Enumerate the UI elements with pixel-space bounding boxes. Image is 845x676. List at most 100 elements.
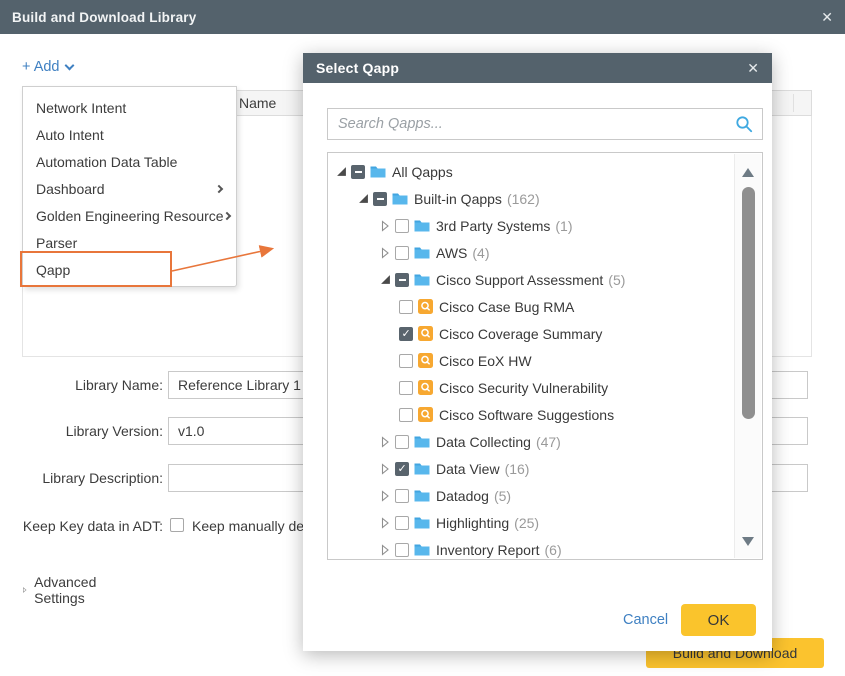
keep-key-label: Keep Key data in ADT: <box>0 518 163 534</box>
menu-item-label: Qapp <box>36 262 222 278</box>
tree-item-label: Cisco Software Suggestions <box>439 407 614 423</box>
tree-item-label: Cisco Security Vulnerability <box>439 380 608 396</box>
expander-collapsed-icon[interactable] <box>377 218 393 234</box>
advanced-settings-label: Advanced Settings <box>34 574 100 606</box>
tree-scrollbar[interactable] <box>734 154 761 558</box>
tree-checkbox-unchecked[interactable] <box>395 516 409 530</box>
tree-checkbox-indeterminate[interactable] <box>351 165 365 179</box>
qapp-tree: All QappsBuilt-in Qapps(162)3rd Party Sy… <box>327 152 763 560</box>
tree-item-cisco-security-vulnerability[interactable]: Cisco Security Vulnerability <box>328 374 762 401</box>
tree-item-inventory-report[interactable]: Inventory Report(6) <box>328 536 762 560</box>
expander-expanded-icon[interactable] <box>377 272 393 288</box>
qapp-icon <box>418 299 433 314</box>
expander-collapsed-icon[interactable] <box>377 515 393 531</box>
add-dropdown-trigger[interactable]: + Add <box>22 59 73 75</box>
menu-item-parser[interactable]: Parser <box>23 229 236 256</box>
tree-checkbox-indeterminate[interactable] <box>373 192 387 206</box>
tree-item-datadog[interactable]: Datadog (5) <box>328 482 762 509</box>
tree-checkbox-checked[interactable]: ✓ <box>399 327 413 341</box>
tree-item-count: (6) <box>545 542 562 558</box>
expander-collapsed-icon[interactable] <box>377 245 393 261</box>
menu-item-automation-data-table[interactable]: Automation Data Table <box>23 148 236 175</box>
menu-item-label: Auto Intent <box>36 127 222 143</box>
expander-collapsed-icon[interactable] <box>377 488 393 504</box>
menu-item-auto-intent[interactable]: Auto Intent <box>23 121 236 148</box>
tree-item-label: 3rd Party Systems <box>436 218 550 234</box>
scrollbar-thumb[interactable] <box>742 187 755 419</box>
tree-item-cisco-support-assessment[interactable]: Cisco Support Assessment(5) <box>328 266 762 293</box>
tree-item-label: AWS <box>436 245 467 261</box>
tree-item-count: (25) <box>514 515 539 531</box>
tree-item-aws[interactable]: AWS(4) <box>328 239 762 266</box>
scroll-down-icon[interactable] <box>742 537 754 546</box>
menu-item-label: Golden Engineering Resource <box>36 208 224 224</box>
tree-item-cisco-coverage-summary[interactable]: ✓Cisco Coverage Summary <box>328 320 762 347</box>
tree-item-cisco-software-suggestions[interactable]: Cisco Software Suggestions <box>328 401 762 428</box>
tree-checkbox-checked[interactable]: ✓ <box>395 462 409 476</box>
folder-icon <box>414 435 430 448</box>
expander-expanded-icon[interactable] <box>355 191 371 207</box>
menu-item-network-intent[interactable]: Network Intent <box>23 94 236 121</box>
search-icon[interactable] <box>735 115 754 137</box>
menu-item-dashboard[interactable]: Dashboard <box>23 175 236 202</box>
tree-item-label: Highlighting <box>436 515 509 531</box>
qapp-search-input[interactable] <box>328 109 762 139</box>
tree-item-cisco-eox-hw[interactable]: Cisco EoX HW <box>328 347 762 374</box>
qapp-icon <box>418 353 433 368</box>
menu-item-golden-engineering-resource[interactable]: Golden Engineering Resource <box>23 202 236 229</box>
tree-item-highlighting[interactable]: Highlighting (25) <box>328 509 762 536</box>
select-qapp-header: Select Qapp ✕ <box>303 53 772 83</box>
qapp-icon <box>418 407 433 422</box>
folder-icon <box>414 273 430 286</box>
menu-item-qapp[interactable]: Qapp <box>23 256 236 283</box>
tree-item-cisco-case-bug-rma[interactable]: Cisco Case Bug RMA <box>328 293 762 320</box>
select-qapp-close-icon[interactable]: ✕ <box>747 61 759 75</box>
select-qapp-title: Select Qapp <box>316 60 399 76</box>
select-qapp-dialog: Select Qapp ✕ All Qapps Built-in Qapps(16… <box>303 53 772 651</box>
folder-icon <box>414 246 430 259</box>
menu-item-label: Automation Data Table <box>36 154 222 170</box>
folder-icon <box>414 489 430 502</box>
folder-icon <box>392 192 408 205</box>
tree-item-data-collecting[interactable]: Data Collecting(47) <box>328 428 762 455</box>
tree-item-count: (5) <box>494 488 511 504</box>
scroll-up-icon[interactable] <box>742 168 754 177</box>
tree-checkbox-unchecked[interactable] <box>395 543 409 557</box>
tree-item-count: (16) <box>505 461 530 477</box>
cancel-button[interactable]: Cancel <box>623 612 668 628</box>
tree-item-label: Datadog <box>436 488 489 504</box>
tree-checkbox-unchecked[interactable] <box>395 435 409 449</box>
advanced-settings-toggle[interactable]: Advanced Settings <box>22 574 100 606</box>
tree-checkbox-unchecked[interactable] <box>399 300 413 314</box>
qapp-icon <box>418 380 433 395</box>
tree-checkbox-indeterminate[interactable] <box>395 273 409 287</box>
tree-checkbox-unchecked[interactable] <box>399 408 413 422</box>
tree-item-label: Data View <box>436 461 500 477</box>
main-close-icon[interactable]: ✕ <box>821 10 833 24</box>
tree-item-data-view[interactable]: ✓ Data View (16) <box>328 455 762 482</box>
ok-button[interactable]: OK <box>681 604 756 636</box>
tree-item-count: (47) <box>536 434 561 450</box>
expander-collapsed-icon[interactable] <box>377 461 393 477</box>
tree-item-label: All Qapps <box>392 164 453 180</box>
expander-collapsed-icon[interactable] <box>377 542 393 558</box>
folder-icon <box>414 543 430 556</box>
menu-item-label: Parser <box>36 235 222 251</box>
tree-checkbox-unchecked[interactable] <box>395 219 409 233</box>
keep-key-checkbox[interactable] <box>170 518 184 532</box>
tree-checkbox-unchecked[interactable] <box>399 354 413 368</box>
tree-checkbox-unchecked[interactable] <box>395 489 409 503</box>
tree-checkbox-unchecked[interactable] <box>395 246 409 260</box>
qapp-search-box <box>327 108 763 140</box>
collapsed-triangle-icon <box>22 584 27 596</box>
add-dropdown-menu: Network Intent Auto Intent Automation Data… <box>22 86 237 287</box>
tree-item-built-in-qapps[interactable]: Built-in Qapps(162) <box>328 185 762 212</box>
tree-checkbox-unchecked[interactable] <box>399 381 413 395</box>
expander-expanded-icon[interactable] <box>333 164 349 180</box>
tree-item-3rd-party-systems[interactable]: 3rd Party Systems(1) <box>328 212 762 239</box>
folder-icon <box>414 516 430 529</box>
form-label: Library Description: <box>0 470 163 486</box>
tree-item-label: Cisco Support Assessment <box>436 272 603 288</box>
tree-item-all-qapps[interactable]: All Qapps <box>328 158 762 185</box>
expander-collapsed-icon[interactable] <box>377 434 393 450</box>
